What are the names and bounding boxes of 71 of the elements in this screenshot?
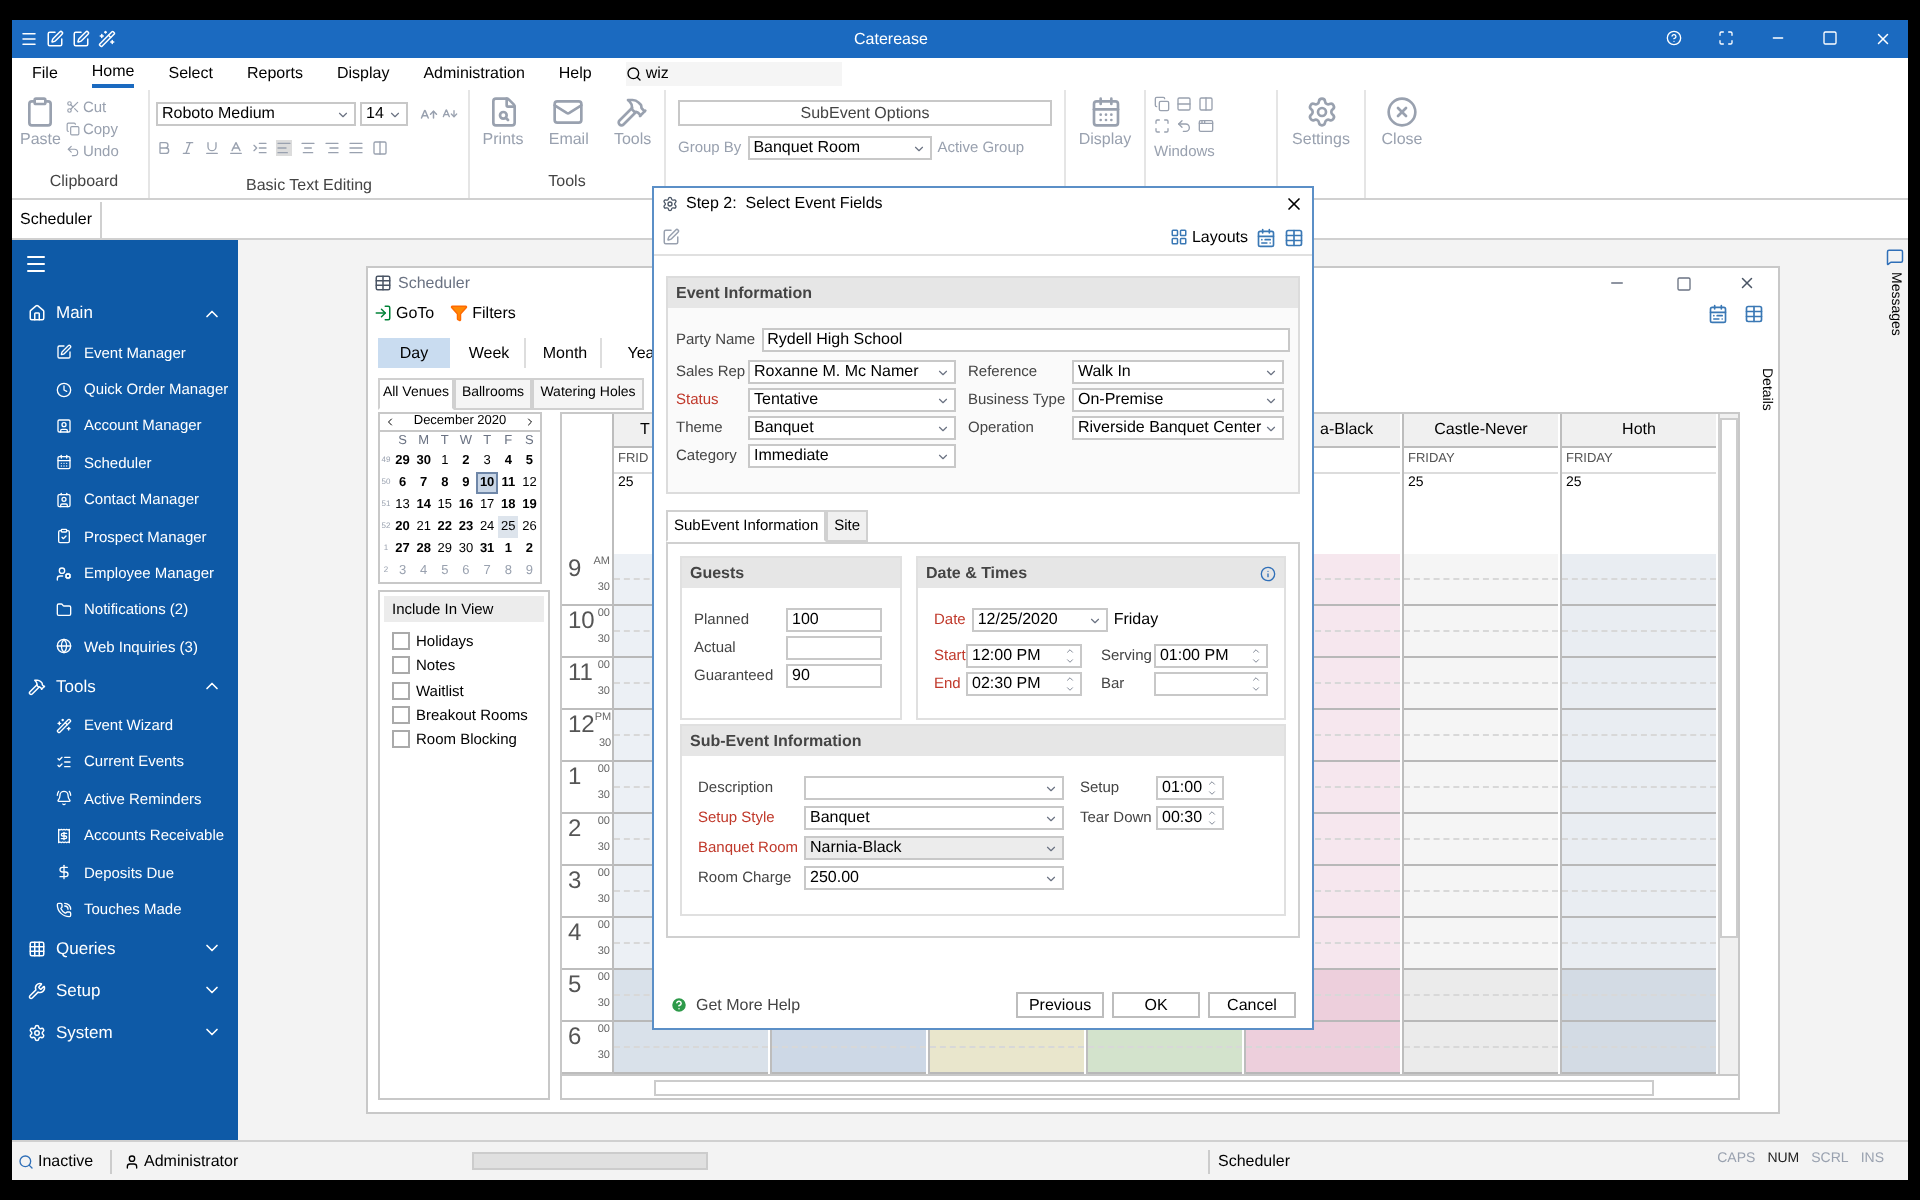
room-name: T [640,418,650,442]
view-tab[interactable]: Day [378,338,450,368]
dropdown-field[interactable]: Banquet [804,806,1064,830]
dialog-button[interactable]: Cancel [1208,992,1296,1018]
input-field[interactable]: 90 [786,664,882,688]
dropdown-field[interactable]: On-Premise [1072,388,1284,412]
dropdown-field[interactable]: Banquet [748,416,956,440]
hour-label: 11 [566,658,593,690]
hour-label: 3 [566,866,582,898]
sidebar-section[interactable]: Queries [56,935,116,962]
sidebar-section[interactable]: Main [56,300,93,326]
dropdown-field[interactable]: 14 [360,102,408,126]
status-text: Inactive [38,1149,94,1173]
window-title: Scheduler [398,271,471,296]
hour-label: 4 [566,918,582,950]
room-name: Castle-Never [1432,418,1530,442]
spin-field[interactable]: 00:30 [1156,806,1224,830]
group-label: Clipboard [47,170,121,194]
search-field[interactable]: wiz [625,62,842,86]
dropdown-field[interactable]: Narnia-Black [804,836,1064,860]
dialog-button[interactable]: Previous [1016,992,1104,1018]
input-field[interactable]: Rydell High School [761,328,1290,352]
dropdown-field[interactable]: 12/25/2020 [971,608,1108,632]
hour-label: 5 [566,970,582,1002]
spin-field[interactable]: 01:00 [1156,776,1224,800]
dialog-title: Step 2: Select Event Fields [686,192,883,216]
hour-label: 9 [566,554,582,586]
group-label: Tools [546,170,588,194]
menu-tab[interactable]: Display [336,62,390,86]
sidebar-section[interactable]: Tools [56,673,96,699]
menu-tab[interactable]: Select [168,62,213,86]
dialog-button[interactable]: OK [1112,992,1200,1018]
dropdown-field[interactable]: Roxanne M. Mc Namer [748,360,956,384]
layouts-button[interactable]: Layouts [1169,225,1248,249]
dropdown-field[interactable]: Walk In [1072,360,1284,384]
hour-label: 10 [566,606,595,638]
room-name: Hoth [1620,418,1658,442]
menu-tab[interactable]: File [32,62,58,86]
weekday-text: Friday [1113,608,1159,632]
hour-label: 6 [566,1022,582,1054]
section-title: Date & Times [926,561,1028,585]
menu-tab[interactable]: Help [558,62,592,86]
subevent-options-button[interactable]: SubEvent Options [678,100,1052,126]
input-field[interactable]: 100 [786,608,882,632]
hour-label: 1 [566,762,582,794]
group-label: Basic Text Editing [244,174,374,198]
hour-label: 2 [566,814,582,846]
dropdown-field[interactable]: Riverside Banquet Center [1072,416,1284,440]
sidebar-section[interactable]: Setup [56,977,101,1004]
goto-button[interactable]: GoTo [374,301,435,326]
menu-tab[interactable]: Administration [423,62,525,86]
spin-field[interactable]: 02:30 PM [966,672,1082,696]
status-text: Administrator [144,1149,239,1173]
section-header: Sub-Event Information [682,726,1284,756]
help-link[interactable]: Get More Help [696,993,801,1017]
dropdown-field[interactable]: Banquet Room [747,136,932,160]
section-header: Event Information [668,278,1298,308]
dropdown-field[interactable]: Immediate [748,444,956,468]
sidebar-section[interactable]: System [56,1019,113,1046]
hour-label: 12 [566,710,595,742]
section-header: Guests [682,558,900,588]
status-text: Scheduler [1208,1149,1291,1173]
dropdown-field[interactable]: Roboto Medium [156,102,356,126]
spin-field[interactable]: 01:00 PM [1153,644,1268,668]
filters-button[interactable]: Filters [450,301,516,326]
room-name: a-Black [1320,418,1374,442]
dropdown-field[interactable]: 250.00 [804,866,1064,890]
dropdown-field[interactable]: Tentative [748,388,956,412]
spin-field[interactable]: 12:00 PM [966,644,1082,668]
menu-tab[interactable]: Reports [246,62,303,86]
window-title: Caterease [852,27,930,51]
